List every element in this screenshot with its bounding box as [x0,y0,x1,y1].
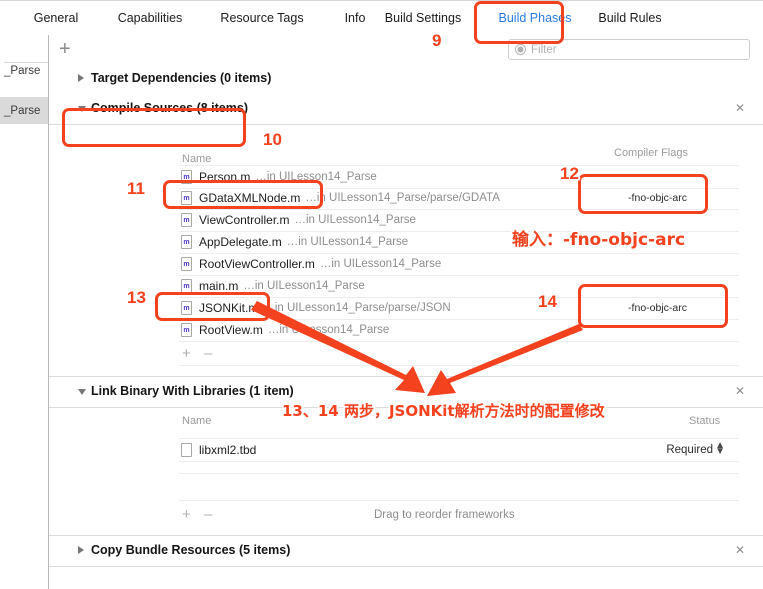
search-icon [515,44,526,55]
file-name: JSONKit.m [199,301,259,315]
table-row[interactable]: . libxml2.tbd Required▲▼ [179,438,739,462]
file-path: …in UILesson14_Parse [243,280,365,292]
file-path: …in UILesson14_Parse [286,236,409,248]
add-source-button[interactable]: + [182,345,191,362]
sidebar-item-label: _Parse [4,64,41,77]
section-title: Link Binary With Libraries (1 item) [91,384,294,398]
status-stepper-icon[interactable]: ▲ ▼ [715,441,725,457]
project-editor-tabbar: General Capabilities Resource Tags Info Buil… [0,0,763,37]
xcode-build-phases-screenshot: General Capabilities Resource Tags Info Buil… [0,0,763,589]
column-header-name: Name [182,415,212,427]
drag-reorder-hint: Drag to reorder frameworks [374,509,515,521]
file-name: RootView.m [199,323,263,337]
build-phases-pane: + Filter Target Dependencies (0 items) C… [49,35,763,589]
table-row[interactable]: m RootViewController.m …in UILesson14_Pars… [179,253,739,276]
source-file-icon: m [181,279,192,293]
divider [179,473,739,474]
phases-toolbar: + Filter [49,35,763,65]
divider [179,500,739,501]
section-title: Copy Bundle Resources (5 items) [91,543,291,557]
tab-capabilities[interactable]: Capabilities [96,1,204,35]
file-path: …in UILesson14_Parse/parse/GDATA [305,192,500,204]
section-copy-bundle-resources[interactable]: Copy Bundle Resources (5 items) ✕ [49,535,763,567]
file-name: RootViewController.m [199,257,315,271]
chevron-right-icon[interactable] [78,74,84,82]
column-header-compiler-flags: Compiler Flags [614,147,688,159]
chevron-right-icon[interactable] [78,546,84,554]
chevron-down-icon[interactable] [78,106,86,112]
divider [179,365,739,366]
source-file-icon: m [181,170,192,184]
source-file-icon: m [181,257,192,271]
file-name: ViewController.m [199,213,290,227]
tab-general[interactable]: General [16,1,96,35]
table-row[interactable]: m ViewController.m …in UILesson14_Parse [179,209,739,232]
file-name: AppDelegate.m [199,235,282,249]
file-name: main.m [199,279,239,293]
compiler-flag-value[interactable]: -fno-objc-arc [628,192,687,204]
remove-library-button[interactable]: – [204,506,212,523]
file-path: …in UILesson14_Parse [267,324,390,336]
file-name: libxml2.tbd [199,443,257,457]
close-section-icon[interactable]: ✕ [735,101,745,115]
compiler-flag-value[interactable]: -fno-objc-arc [628,302,687,314]
file-path: …in UILesson14_Parse [255,171,377,183]
sidebar-item-1[interactable]: _Parse [0,97,48,124]
tab-resource-tags[interactable]: Resource Tags [200,1,324,35]
add-build-phase-button[interactable]: + [59,38,71,60]
table-row[interactable]: m GDataXMLNode.m …in UILesson14_Parse/pars… [179,187,739,210]
filter-input[interactable]: Filter [508,39,750,60]
filter-placeholder: Filter [531,43,557,56]
section-title: Compile Sources (8 items) [91,101,248,115]
library-file-icon: . [181,443,192,457]
close-section-icon[interactable]: ✕ [735,384,745,398]
sidebar-item-0[interactable]: _Parse [0,57,48,84]
project-navigator-sidebar: _Parse _Parse [0,35,49,589]
file-path: …in UILesson14_Parse [319,258,442,270]
table-row[interactable]: m main.m …in UILesson14_Parse [179,275,739,298]
column-header-status: Status [689,415,721,427]
source-file-icon: m [181,301,192,315]
source-file-icon: m [181,191,192,205]
tab-build-settings[interactable]: Build Settings [362,1,484,35]
table-row[interactable]: m Person.m …in UILesson14_Parse [179,165,739,189]
file-path: …in UILesson14_Parse/parse/JSON [263,302,451,314]
file-name: GDataXMLNode.m [199,191,301,205]
file-name: Person.m [199,170,251,184]
table-row[interactable]: m JSONKit.m …in UILesson14_Parse/parse/JSO… [179,297,739,320]
source-file-icon: m [181,235,192,249]
file-path: …in UILesson14_Parse [294,214,416,226]
remove-source-button[interactable]: – [204,345,212,362]
section-link-binary[interactable]: Link Binary With Libraries (1 item) ✕ [49,376,763,408]
status-value[interactable]: Required [666,444,713,456]
tab-build-phases[interactable]: Build Phases [480,1,590,35]
chevron-down-icon[interactable] [78,389,86,395]
section-compile-sources[interactable]: Compile Sources (8 items) ✕ [49,94,763,125]
section-title: Target Dependencies (0 items) [91,71,272,85]
table-row[interactable]: m AppDelegate.m …in UILesson14_Parse [179,231,739,254]
column-header-name: Name [182,153,212,165]
source-file-icon: m [181,323,192,337]
section-target-dependencies[interactable]: Target Dependencies (0 items) [49,64,763,95]
source-file-icon: m [181,213,192,227]
sidebar-item-label: _Parse [4,104,41,117]
table-row[interactable]: m RootView.m …in UILesson14_Parse [179,319,739,342]
tab-build-rules[interactable]: Build Rules [578,1,682,35]
add-library-button[interactable]: + [182,506,191,523]
close-section-icon[interactable]: ✕ [735,543,745,557]
